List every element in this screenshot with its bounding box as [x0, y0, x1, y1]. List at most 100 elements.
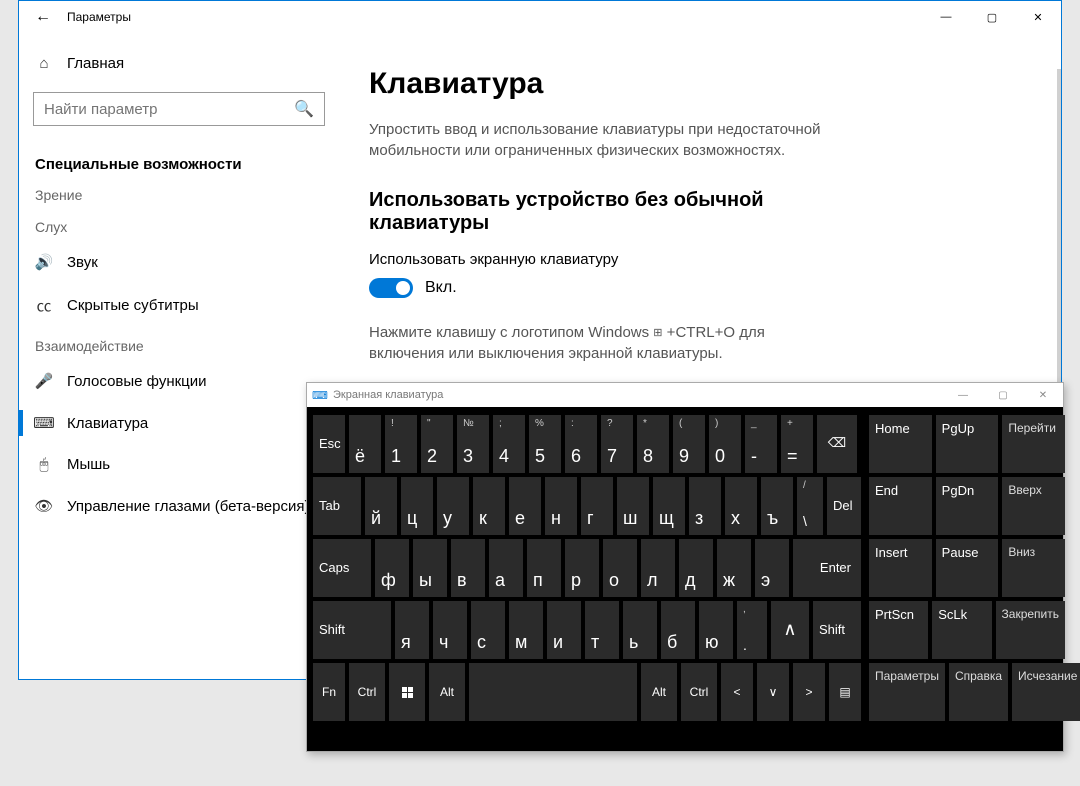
nav-eye-control[interactable]: 👁Управление глазами (бета-версия) — [19, 485, 339, 527]
key-insert[interactable]: Insert — [869, 539, 932, 597]
key-alt-left[interactable]: Alt — [429, 663, 465, 721]
key-8[interactable]: *8 — [637, 415, 669, 473]
nav-home[interactable]: ⌂ Главная — [19, 43, 339, 84]
key-ц[interactable]: ц — [401, 477, 433, 535]
key-ч[interactable]: ч — [433, 601, 467, 659]
osk-minimize-button[interactable]: — — [943, 383, 983, 407]
key-9[interactable]: (9 — [673, 415, 705, 473]
nav-captions[interactable]: ㏄Скрытые субтитры — [19, 283, 339, 328]
search-box[interactable]: 🔍 — [33, 92, 325, 126]
key-help[interactable]: Справка — [949, 663, 1008, 721]
key-yo[interactable]: ё — [349, 415, 381, 473]
key-shift-right[interactable]: Shift — [813, 601, 861, 659]
key-win[interactable] — [389, 663, 425, 721]
key-=[interactable]: += — [781, 415, 813, 473]
key-alt-right[interactable]: Alt — [641, 663, 677, 721]
key-3[interactable]: №3 — [457, 415, 489, 473]
minimize-button[interactable]: — — [923, 1, 969, 33]
key-с[interactable]: с — [471, 601, 505, 659]
key-nav-go[interactable]: Перейти — [1002, 415, 1065, 473]
key-й[interactable]: й — [365, 477, 397, 535]
key-н[interactable]: н — [545, 477, 577, 535]
key-р[interactable]: р — [565, 539, 599, 597]
key-backslash[interactable]: /\ — [797, 477, 823, 535]
key-т[interactable]: т — [585, 601, 619, 659]
key-ф[interactable]: ф — [375, 539, 409, 597]
nav-keyboard[interactable]: ⌨Клавиатура — [19, 402, 339, 444]
key-и[interactable]: и — [547, 601, 581, 659]
key-х[interactable]: х — [725, 477, 757, 535]
key-ъ[interactable]: ъ — [761, 477, 793, 535]
key-fn[interactable]: Fn — [313, 663, 345, 721]
osk-toggle[interactable] — [369, 278, 413, 298]
maximize-button[interactable]: ▢ — [969, 1, 1015, 33]
key-del[interactable]: Del — [827, 477, 861, 535]
key-params[interactable]: Параметры — [869, 663, 945, 721]
key-prtscn[interactable]: PrtScn — [869, 601, 928, 659]
key--[interactable]: _- — [745, 415, 777, 473]
key-space[interactable] — [469, 663, 637, 721]
key-arrow-right[interactable]: > — [793, 663, 825, 721]
key-pin[interactable]: Закрепить — [996, 601, 1065, 659]
back-button[interactable]: ← — [19, 1, 67, 33]
nav-mouse[interactable]: 🖱Мышь — [19, 444, 339, 485]
nav-speech[interactable]: 🎤Голосовые функции — [19, 360, 339, 402]
key-sclk[interactable]: ScLk — [932, 601, 991, 659]
key-caps[interactable]: Caps — [313, 539, 371, 597]
key-г[interactable]: г — [581, 477, 613, 535]
key-щ[interactable]: щ — [653, 477, 685, 535]
key-у[interactable]: у — [437, 477, 469, 535]
key-shift-left[interactable]: Shift — [313, 601, 391, 659]
key-о[interactable]: о — [603, 539, 637, 597]
key-ю[interactable]: ю — [699, 601, 733, 659]
key-ctrl-right[interactable]: Ctrl — [681, 663, 717, 721]
key-arrow-left[interactable]: < — [721, 663, 753, 721]
key-0[interactable]: )0 — [709, 415, 741, 473]
close-button[interactable]: ✕ — [1015, 1, 1061, 33]
key-arrow-up[interactable]: ∧ — [771, 601, 809, 659]
key-к[interactable]: к — [473, 477, 505, 535]
key-menu[interactable]: ▤ — [829, 663, 861, 721]
nav-sound[interactable]: 🔊Звук — [19, 241, 339, 283]
key-в[interactable]: в — [451, 539, 485, 597]
key-pgdn[interactable]: PgDn — [936, 477, 999, 535]
key-2[interactable]: "2 — [421, 415, 453, 473]
key-я[interactable]: я — [395, 601, 429, 659]
osk-close-button[interactable]: ✕ — [1023, 383, 1063, 407]
key-6[interactable]: :6 — [565, 415, 597, 473]
key-э[interactable]: э — [755, 539, 789, 597]
key-arrow-down[interactable]: ∨ — [757, 663, 789, 721]
key-tab[interactable]: Tab — [313, 477, 361, 535]
key-esc[interactable]: Esc — [313, 415, 345, 473]
osk-maximize-button[interactable]: ▢ — [983, 383, 1023, 407]
key-ш[interactable]: ш — [617, 477, 649, 535]
key-home[interactable]: Home — [869, 415, 932, 473]
key-ctrl-left[interactable]: Ctrl — [349, 663, 385, 721]
key-м[interactable]: м — [509, 601, 543, 659]
key-dot[interactable]: ,. — [737, 601, 767, 659]
key-ь[interactable]: ь — [623, 601, 657, 659]
key-nav-up[interactable]: Вверх — [1002, 477, 1065, 535]
key-pause[interactable]: Pause — [936, 539, 999, 597]
key-4[interactable]: ;4 — [493, 415, 525, 473]
key-б[interactable]: б — [661, 601, 695, 659]
key-enter[interactable]: Enter — [793, 539, 861, 597]
key-п[interactable]: п — [527, 539, 561, 597]
key-nav-down[interactable]: Вниз — [1002, 539, 1065, 597]
key-ж[interactable]: ж — [717, 539, 751, 597]
search-input[interactable] — [44, 101, 294, 118]
window-controls: — ▢ ✕ — [923, 1, 1061, 33]
key-ы[interactable]: ы — [413, 539, 447, 597]
key-е[interactable]: е — [509, 477, 541, 535]
key-з[interactable]: з — [689, 477, 721, 535]
key-backspace[interactable]: ⌫ — [817, 415, 857, 473]
key-fade[interactable]: Исчезание — [1012, 663, 1080, 721]
key-д[interactable]: д — [679, 539, 713, 597]
key-1[interactable]: !1 — [385, 415, 417, 473]
key-л[interactable]: л — [641, 539, 675, 597]
key-7[interactable]: ?7 — [601, 415, 633, 473]
key-а[interactable]: а — [489, 539, 523, 597]
key-pgup[interactable]: PgUp — [936, 415, 999, 473]
key-5[interactable]: %5 — [529, 415, 561, 473]
key-end[interactable]: End — [869, 477, 932, 535]
